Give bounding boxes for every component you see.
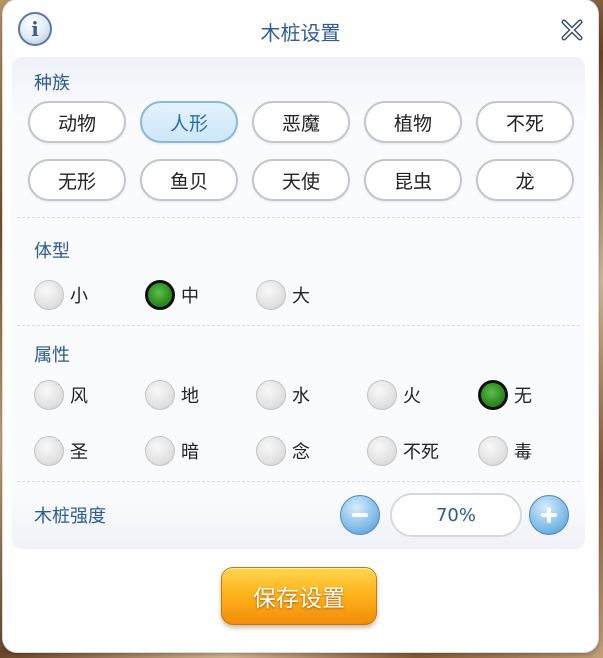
element-label: 属性 [34, 345, 70, 366]
element-option-label: 毒 [514, 442, 532, 463]
size-label: 体型 [34, 241, 70, 262]
radio-icon[interactable] [367, 436, 397, 466]
element-option-label: 无 [514, 386, 532, 407]
element-option-label: 圣 [70, 442, 88, 463]
size-option-large[interactable]: 大 [256, 280, 310, 310]
element-option-wind[interactable]: 风 [34, 380, 88, 410]
element-option-holy[interactable]: 圣 [34, 436, 88, 466]
radio-icon[interactable] [256, 436, 286, 466]
element-option-label: 火 [403, 386, 421, 407]
element-option-label: 暗 [181, 442, 199, 463]
close-icon[interactable] [560, 18, 584, 42]
save-settings-button[interactable]: 保存设置 [221, 567, 377, 625]
element-option-label: 念 [292, 442, 310, 463]
race-option-fish[interactable]: 鱼贝 [140, 159, 238, 201]
minus-icon [352, 513, 368, 517]
element-option-earth[interactable]: 地 [145, 380, 199, 410]
race-option-undead[interactable]: 不死 [476, 101, 574, 143]
race-option-angel[interactable]: 天使 [252, 159, 350, 201]
race-option-insect[interactable]: 昆虫 [364, 159, 462, 201]
divider [17, 217, 580, 218]
element-option-label: 风 [70, 386, 88, 407]
strength-value[interactable]: 70% [390, 493, 522, 537]
size-option-label: 小 [70, 286, 88, 307]
increase-button[interactable] [529, 495, 569, 535]
divider [17, 481, 580, 482]
radio-icon[interactable] [34, 280, 64, 310]
radio-icon[interactable] [34, 380, 64, 410]
strength-label: 木桩强度 [34, 506, 106, 527]
radio-selected-icon[interactable] [478, 380, 508, 410]
element-option-dark[interactable]: 暗 [145, 436, 199, 466]
element-option-label: 不死 [403, 442, 439, 463]
element-option-undead[interactable]: 不死 [367, 436, 439, 466]
element-option-neutral[interactable]: 无 [478, 380, 532, 410]
divider [17, 325, 580, 326]
radio-icon[interactable] [256, 280, 286, 310]
plus-icon [541, 507, 557, 523]
radio-icon[interactable] [145, 380, 175, 410]
decrease-button[interactable] [340, 495, 380, 535]
title-bar: i 木桩设置 [3, 0, 598, 58]
size-option-label: 中 [181, 286, 199, 307]
race-label: 种族 [34, 73, 70, 94]
dialog-title: 木桩设置 [260, 21, 341, 45]
element-option-fire[interactable]: 火 [367, 380, 421, 410]
element-option-poison[interactable]: 毒 [478, 436, 532, 466]
radio-icon[interactable] [256, 380, 286, 410]
element-option-water[interactable]: 水 [256, 380, 310, 410]
size-option-small[interactable]: 小 [34, 280, 88, 310]
race-option-dragon[interactable]: 龙 [476, 159, 574, 201]
race-option-formless[interactable]: 无形 [28, 159, 126, 201]
size-option-medium[interactable]: 中 [145, 280, 199, 310]
element-option-ghost[interactable]: 念 [256, 436, 310, 466]
race-option-plant[interactable]: 植物 [364, 101, 462, 143]
settings-content: 种族 动物 人形 恶魔 植物 不死 无形 鱼贝 天使 昆虫 龙 体型 小 中 大… [12, 57, 585, 549]
radio-icon[interactable] [367, 380, 397, 410]
radio-icon[interactable] [34, 436, 64, 466]
race-option-demon[interactable]: 恶魔 [252, 101, 350, 143]
radio-selected-icon[interactable] [145, 280, 175, 310]
element-option-label: 水 [292, 386, 310, 407]
element-option-label: 地 [181, 386, 199, 407]
race-option-animal[interactable]: 动物 [28, 101, 126, 143]
race-option-humanoid[interactable]: 人形 [140, 101, 238, 143]
stake-settings-dialog: i 木桩设置 种族 动物 人形 恶魔 植物 不死 无形 鱼贝 天使 昆虫 龙 体… [3, 0, 598, 652]
radio-icon[interactable] [478, 436, 508, 466]
radio-icon[interactable] [145, 436, 175, 466]
size-option-label: 大 [292, 286, 310, 307]
